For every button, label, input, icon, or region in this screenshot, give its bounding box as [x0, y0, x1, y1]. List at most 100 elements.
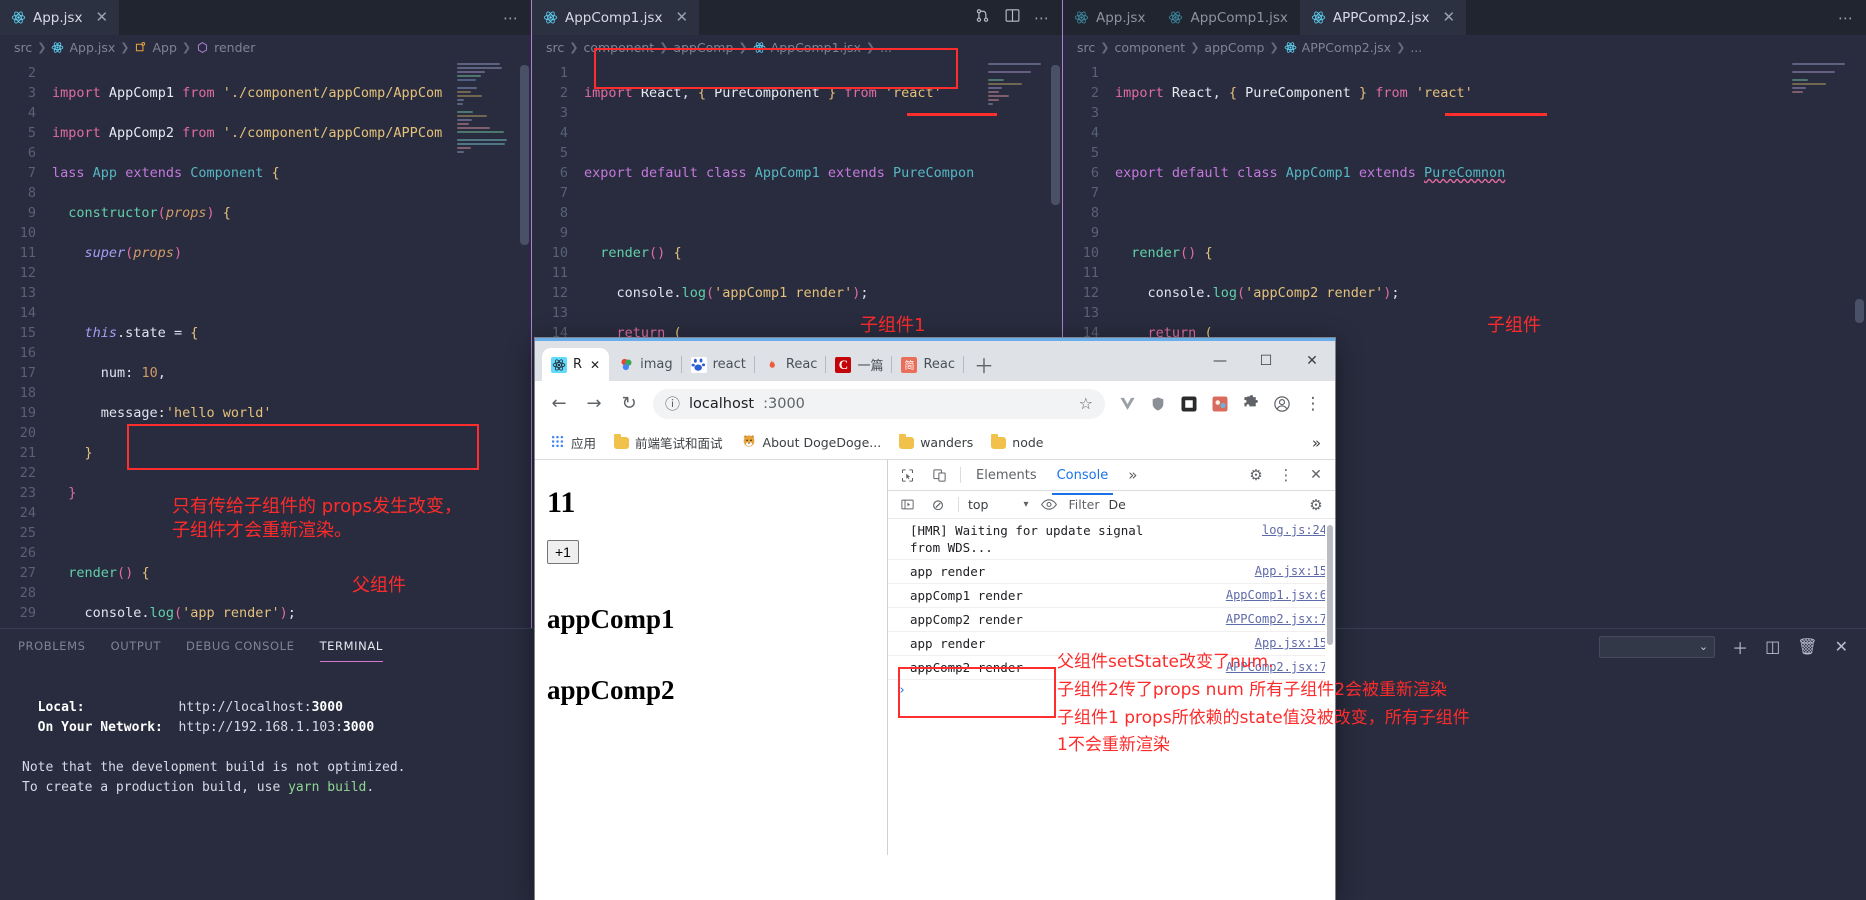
- code-editor-app[interactable]: 2 3 4 5 6 7 8 9 10 11 12 13 14 15 16 17 18 19 20 21 22 23 24 25…: [0, 59, 531, 628]
- devtools-more-tabs-icon[interactable]: »: [1123, 460, 1142, 490]
- bookmark-dogedoge[interactable]: About DogeDoge...: [734, 429, 889, 456]
- bookmark-frontend-notes[interactable]: 前端笔试和面试: [607, 429, 730, 456]
- breadcrumb-item[interactable]: APPComp2.jsx: [1302, 40, 1391, 55]
- panel-tab-debug-console[interactable]: DEBUG CONSOLE: [186, 631, 295, 662]
- breadcrumb-item[interactable]: src: [546, 40, 564, 55]
- breadcrumb-item[interactable]: ...: [1410, 40, 1422, 55]
- puzzle-icon[interactable]: [1237, 390, 1265, 418]
- breadcrumb-item[interactable]: render: [214, 40, 255, 55]
- devtools-close-icon[interactable]: ✕: [1305, 464, 1327, 486]
- bookmark-apps[interactable]: 应用: [543, 429, 603, 456]
- breadcrumb-item[interactable]: App: [152, 40, 176, 55]
- more-actions-icon[interactable]: ⋯: [1034, 9, 1049, 27]
- console-log-row[interactable]: appComp1 render AppComp1.jsx:6: [888, 584, 1335, 608]
- increment-button[interactable]: +1: [547, 540, 579, 564]
- minimap-pane1[interactable]: [457, 63, 519, 323]
- console-filter-input[interactable]: Filter: [1069, 497, 1100, 512]
- console-levels-selector[interactable]: De: [1108, 497, 1125, 512]
- console-log-source[interactable]: App.jsx:15: [1255, 563, 1327, 580]
- browser-tab-react-app[interactable]: R ✕: [542, 348, 610, 381]
- bookmarks-overflow-icon[interactable]: »: [1312, 434, 1327, 452]
- editor-scrollbar-pane1[interactable]: [520, 65, 529, 245]
- close-icon[interactable]: ✕: [590, 358, 600, 372]
- more-actions-icon[interactable]: ⋯: [1838, 9, 1853, 27]
- console-log-source[interactable]: AppComp1.jsx:6: [1226, 587, 1327, 604]
- minimap-pane3[interactable]: [1792, 63, 1854, 323]
- console-context-selector[interactable]: top: [968, 497, 988, 512]
- chevron-down-icon[interactable]: ▾: [1023, 499, 1028, 510]
- devtools-kebab-icon[interactable]: ⋮: [1275, 464, 1297, 486]
- shield-icon[interactable]: [1144, 390, 1172, 418]
- panel-tab-problems[interactable]: PROBLEMS: [18, 631, 86, 662]
- close-icon[interactable]: ✕: [95, 10, 108, 25]
- browser-tab-react-docs[interactable]: Reac: [755, 348, 827, 381]
- vue-devtools-icon[interactable]: [1113, 390, 1141, 418]
- console-log-row[interactable]: app render App.jsx:15: [888, 560, 1335, 584]
- profile-icon[interactable]: [1268, 390, 1296, 418]
- split-editor-icon[interactable]: [1004, 7, 1021, 28]
- inspect-icon[interactable]: [896, 464, 918, 486]
- editor-scrollbar-pane2[interactable]: [1051, 65, 1060, 205]
- split-terminal-icon[interactable]: ◫: [1765, 637, 1780, 656]
- editor-scrollbar-pane3[interactable]: [1855, 299, 1864, 323]
- terminal-selector[interactable]: ⌄: [1599, 635, 1716, 658]
- bookmark-star-icon[interactable]: ☆: [1079, 394, 1093, 413]
- close-window-button[interactable]: ✕: [1289, 341, 1335, 381]
- minimap-pane2[interactable]: [988, 63, 1050, 323]
- browser-tab-csdn[interactable]: C 一篇: [826, 348, 893, 381]
- tab-app-jsx[interactable]: App.jsx ✕: [0, 0, 121, 35]
- console-settings-icon[interactable]: ⚙: [1305, 494, 1327, 516]
- breadcrumb-item[interactable]: ...: [880, 40, 892, 55]
- bookmark-node[interactable]: node: [984, 431, 1050, 454]
- new-tab-button[interactable]: ＋: [970, 350, 998, 378]
- device-toolbar-icon[interactable]: [928, 464, 950, 486]
- eye-icon[interactable]: [1038, 494, 1060, 516]
- console-sidebar-toggle-icon[interactable]: [896, 494, 918, 516]
- minimize-button[interactable]: —: [1197, 341, 1243, 381]
- extension-colored-icon[interactable]: [1206, 390, 1234, 418]
- new-terminal-icon[interactable]: ＋: [1732, 635, 1748, 659]
- browser-tab-baidu[interactable]: react: [682, 348, 755, 381]
- tab-appcomp1-jsx-2[interactable]: AppComp1.jsx: [1157, 0, 1300, 35]
- menu-icon[interactable]: ⋮: [1299, 390, 1327, 418]
- close-panel-icon[interactable]: ✕: [1835, 637, 1848, 656]
- breadcrumb-item[interactable]: component: [1114, 40, 1185, 55]
- kill-terminal-icon[interactable]: 🗑: [1797, 637, 1817, 656]
- breadcrumb-item[interactable]: component: [583, 40, 654, 55]
- reload-button[interactable]: ↻: [613, 388, 645, 420]
- devtools-tab-console[interactable]: Console: [1051, 462, 1114, 495]
- bookmark-wanders[interactable]: wanders: [892, 431, 980, 454]
- tab-appcomp2-jsx[interactable]: APPComp2.jsx ✕: [1299, 0, 1468, 35]
- console-log-row[interactable]: appComp2 render APPComp2.jsx:7: [888, 608, 1335, 632]
- close-icon[interactable]: ✕: [675, 10, 688, 25]
- pane2-actions: ⋯: [961, 0, 1062, 35]
- browser-tab-images[interactable]: imag: [609, 348, 682, 381]
- devtools-tab-elements[interactable]: Elements: [971, 462, 1042, 489]
- panel-tab-output[interactable]: OUTPUT: [111, 631, 161, 662]
- breadcrumb-item[interactable]: src: [14, 40, 32, 55]
- square-icon[interactable]: [1175, 390, 1203, 418]
- panel-tab-terminal[interactable]: TERMINAL: [319, 631, 384, 662]
- browser-tab-jianshu[interactable]: 简 Reac: [892, 348, 964, 381]
- tab-app-jsx-2[interactable]: App.jsx: [1063, 0, 1158, 35]
- console-log-source[interactable]: log.js:24: [1262, 522, 1327, 539]
- source-control-icon[interactable]: [974, 7, 991, 28]
- tab-appcomp1-jsx[interactable]: AppComp1.jsx ✕: [532, 0, 701, 35]
- chevron-right-icon: ❯: [37, 40, 47, 54]
- address-bar[interactable]: ⓘ localhost:3000 ☆: [653, 388, 1105, 419]
- breadcrumb-item[interactable]: appComp: [673, 40, 733, 55]
- breadcrumb-item[interactable]: src: [1077, 40, 1095, 55]
- more-actions-icon[interactable]: ⋯: [503, 9, 518, 27]
- close-icon[interactable]: ✕: [1442, 10, 1455, 25]
- console-log-source[interactable]: APPComp2.jsx:7: [1226, 611, 1327, 628]
- back-button[interactable]: ←: [543, 388, 575, 420]
- console-log-row[interactable]: [HMR] Waiting for update signal from WDS…: [888, 519, 1335, 560]
- maximize-button[interactable]: ☐: [1243, 341, 1289, 381]
- site-info-icon[interactable]: ⓘ: [665, 393, 680, 414]
- breadcrumb-item[interactable]: appComp: [1204, 40, 1264, 55]
- breadcrumb-item[interactable]: AppComp1.jsx: [771, 40, 861, 55]
- clear-console-icon[interactable]: ⊘: [927, 494, 949, 516]
- breadcrumb-item[interactable]: App.jsx: [69, 40, 115, 55]
- devtools-settings-icon[interactable]: ⚙: [1245, 464, 1267, 486]
- forward-button[interactable]: →: [578, 388, 610, 420]
